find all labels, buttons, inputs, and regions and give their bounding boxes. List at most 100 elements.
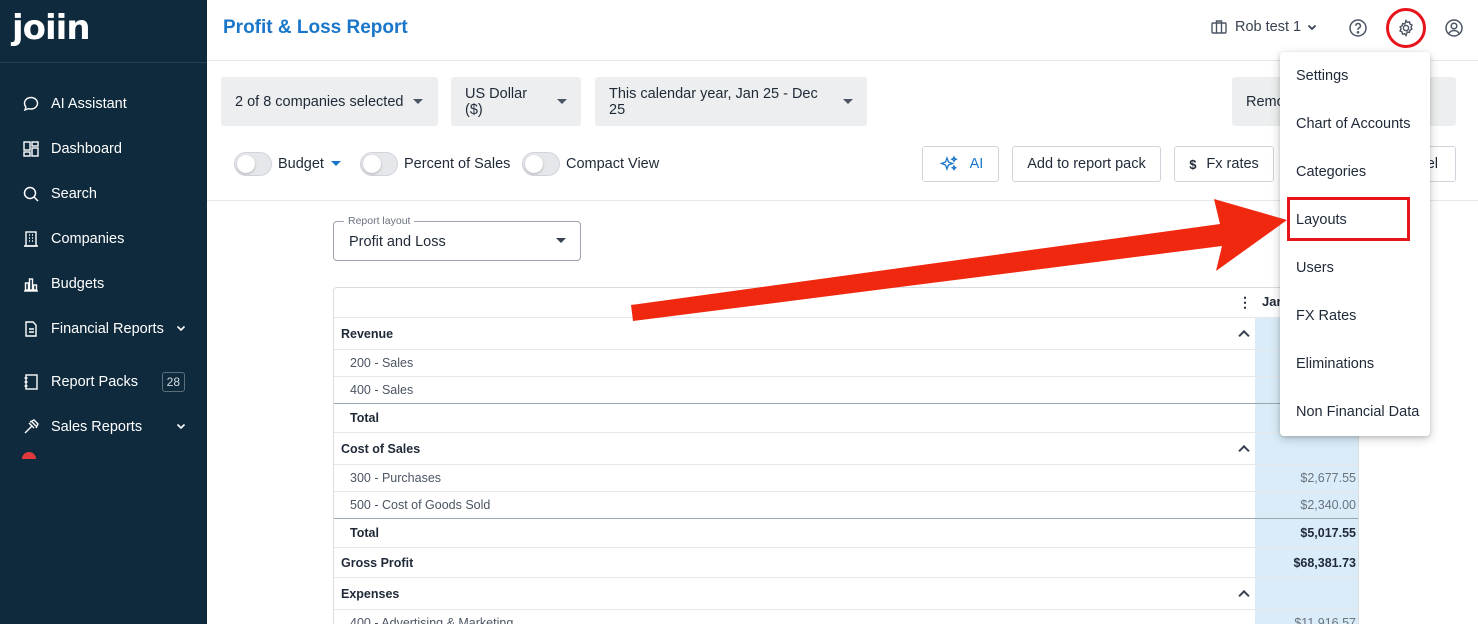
table-row: Total xyxy=(334,403,1358,432)
sidebar-item-label: Financial Reports xyxy=(51,321,164,337)
building-icon xyxy=(24,231,38,247)
report-packs-count-badge: 28 xyxy=(161,372,185,392)
row-value: $68,381.73 xyxy=(1293,555,1356,570)
fx-rates-label: Fx rates xyxy=(1206,156,1259,172)
dollar-icon: $ xyxy=(1189,156,1197,172)
sidebar-item-label: Report Packs xyxy=(51,374,139,390)
menu-item-chart-of-accounts[interactable]: Chart of Accounts xyxy=(1280,100,1430,148)
table-row: 500 - Cost of Goods Sold $2,340.00 xyxy=(334,491,1358,518)
menu-item-categories[interactable]: Categories xyxy=(1280,148,1430,196)
sidebar-item-financial-reports[interactable]: Financial Reports xyxy=(0,309,207,349)
gavel-icon xyxy=(24,419,39,434)
ai-button[interactable]: AI xyxy=(922,146,999,182)
period-filter-label: This calendar year, Jan 25 - Dec 25 xyxy=(609,85,818,118)
sparkle-icon xyxy=(939,155,958,172)
budget-toggle-label: Budget xyxy=(278,156,324,172)
menu-item-eliminations[interactable]: Eliminations xyxy=(1280,340,1430,388)
percent-of-sales-label: Percent of Sales xyxy=(404,156,511,172)
row-label: 200 - Sales xyxy=(350,356,414,370)
caret-down-icon xyxy=(557,99,567,104)
row-label: Revenue xyxy=(341,326,394,341)
row-label: Cost of Sales xyxy=(341,441,421,456)
collapse-chevron-up-icon[interactable] xyxy=(1238,589,1250,601)
compact-view-toggle[interactable] xyxy=(522,152,560,176)
page-title: Profit & Loss Report xyxy=(223,17,408,38)
menu-item-fx-rates[interactable]: FX Rates xyxy=(1280,292,1430,340)
table-row: Gross Profit $68,381.73 xyxy=(334,547,1358,577)
sidebar-item-companies[interactable]: Companies xyxy=(0,219,207,259)
table-row: 200 - Sales xyxy=(334,349,1358,376)
sidebar-item-label: Search xyxy=(51,186,97,202)
menu-item-non-financial-data[interactable]: Non Financial Data xyxy=(1280,388,1430,436)
companies-filter[interactable]: 2 of 8 companies selected xyxy=(221,77,438,126)
chat-bubble-icon xyxy=(23,96,39,112)
caret-down-icon xyxy=(843,99,853,104)
table-row: Revenue xyxy=(334,317,1358,349)
caret-down-icon xyxy=(556,238,566,243)
percent-of-sales-toggle[interactable] xyxy=(360,152,398,176)
currency-filter-label: US Dollar ($) xyxy=(465,85,528,118)
search-icon xyxy=(23,186,39,202)
report-layout-select[interactable]: Report layout Profit and Loss xyxy=(333,215,581,261)
briefcase-icon xyxy=(1211,20,1227,34)
sidebar-item-budgets[interactable]: Budgets xyxy=(0,264,207,304)
menu-item-settings[interactable]: Settings xyxy=(1280,52,1430,100)
table-row: Cost of Sales xyxy=(334,432,1358,464)
sidebar-divider xyxy=(0,62,207,63)
budget-toggle[interactable] xyxy=(234,152,272,176)
row-label: Gross Profit xyxy=(341,555,414,570)
add-to-report-pack-label: Add to report pack xyxy=(1027,156,1146,172)
organization-name: Rob test 1 xyxy=(1235,19,1302,35)
bar-chart-icon xyxy=(24,278,38,292)
collapse-chevron-up-icon[interactable] xyxy=(1238,329,1250,341)
gear-highlight-annotation xyxy=(1386,8,1426,48)
sidebar-item-ai-assistant[interactable]: AI Assistant xyxy=(0,84,207,124)
table-row: 400 - Sales xyxy=(334,376,1358,403)
row-label: 400 - Advertising & Marketing xyxy=(350,616,514,624)
table-row: 400 - Advertising & Marketing $11,916.57 xyxy=(334,609,1358,624)
fx-rates-button[interactable]: $ Fx rates xyxy=(1174,146,1274,182)
organization-switcher[interactable]: Rob test 1 xyxy=(1210,18,1318,36)
table-row: Expenses xyxy=(334,577,1358,609)
row-label: Expenses xyxy=(341,586,400,601)
sidebar-item-sales-reports[interactable]: Sales Reports xyxy=(0,407,207,447)
chevron-down-icon xyxy=(1307,24,1317,31)
companies-filter-label: 2 of 8 companies selected xyxy=(235,93,404,110)
row-value: $11,916.57 xyxy=(1294,616,1356,624)
partially-hidden-filter-label: Remo xyxy=(1246,93,1285,110)
sidebar-item-label: Dashboard xyxy=(51,141,122,157)
row-label: Total xyxy=(350,411,379,425)
sidebar-item-report-packs[interactable]: Report Packs 28 xyxy=(0,362,207,402)
sidebar-item-dashboard[interactable]: Dashboard xyxy=(0,129,207,169)
compact-view-label: Compact View xyxy=(566,156,660,172)
dashboard-grid-icon xyxy=(23,141,39,157)
row-value: $2,677.55 xyxy=(1300,471,1356,485)
table-row: 300 - Purchases $2,677.55 xyxy=(334,464,1358,491)
budget-dropdown-caret-icon[interactable] xyxy=(331,161,341,166)
settings-dropdown-menu: Settings Chart of Accounts Categories La… xyxy=(1280,52,1430,436)
column-options-kebab-icon[interactable]: ⋮ xyxy=(1238,294,1252,311)
chevron-down-icon[interactable] xyxy=(175,322,187,334)
sidebar-item-label: Sales Reports xyxy=(51,419,143,435)
notebook-icon xyxy=(24,374,38,390)
sidebar-item-label: Budgets xyxy=(51,276,105,292)
collapse-chevron-up-icon[interactable] xyxy=(1238,444,1250,456)
notification-dot xyxy=(22,452,36,459)
user-account-icon[interactable] xyxy=(1444,18,1464,38)
menu-item-users[interactable]: Users xyxy=(1280,244,1430,292)
report-document-icon xyxy=(25,321,37,337)
row-label: 400 - Sales xyxy=(350,383,414,397)
chevron-down-icon[interactable] xyxy=(175,420,187,432)
joiin-logo[interactable]: joiin xyxy=(12,8,91,48)
currency-filter[interactable]: US Dollar ($) xyxy=(451,77,581,126)
ai-button-label: AI xyxy=(969,156,984,172)
profit-loss-table: ⋮ Jan Revenue 200 - Sales 400 - Sales Total… xyxy=(333,287,1359,624)
report-layout-value: Profit and Loss xyxy=(349,234,446,250)
row-value: $5,017.55 xyxy=(1300,526,1356,540)
help-circle-icon[interactable] xyxy=(1348,18,1368,38)
layouts-highlight-annotation xyxy=(1287,197,1410,241)
add-to-report-pack-button[interactable]: Add to report pack xyxy=(1012,146,1161,182)
sidebar-item-label: Companies xyxy=(51,231,125,247)
sidebar-item-search[interactable]: Search xyxy=(0,174,207,214)
period-filter[interactable]: This calendar year, Jan 25 - Dec 25 xyxy=(595,77,867,126)
